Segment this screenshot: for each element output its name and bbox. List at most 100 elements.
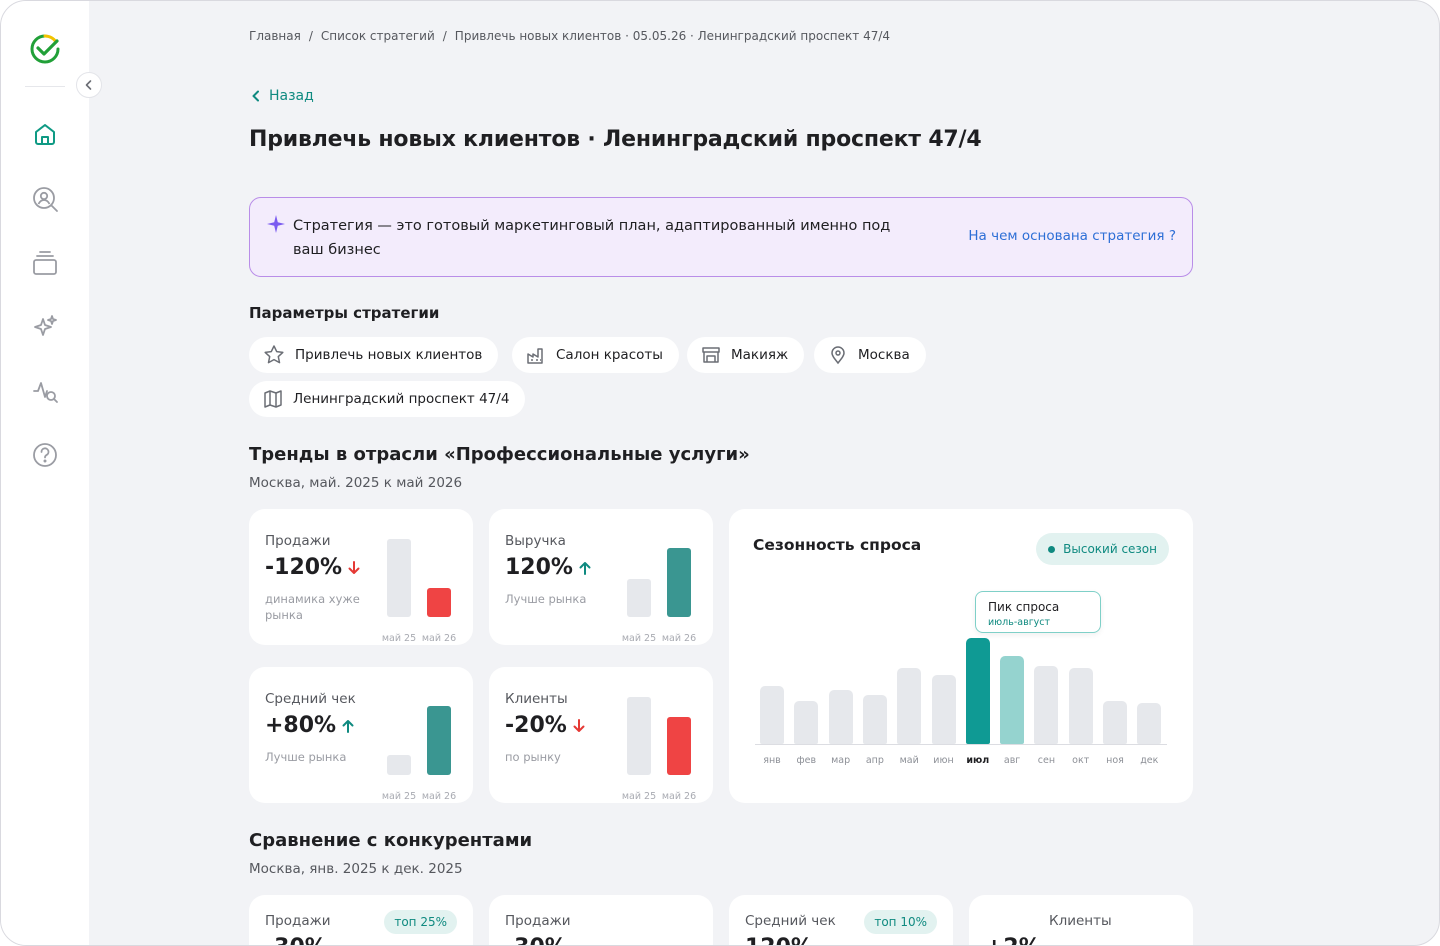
back-label: Назад [269, 88, 314, 104]
nav-ai[interactable] [27, 309, 63, 345]
map-icon [264, 390, 282, 408]
season-bar [897, 667, 922, 744]
mini-bar [627, 578, 651, 617]
factory-icon [527, 348, 543, 364]
season-month-label: июл [966, 755, 990, 766]
season-bar [1034, 665, 1059, 744]
value-text: -20% [505, 713, 567, 738]
value-text: +80% [265, 713, 337, 738]
card-note: Лучше рынка [265, 750, 347, 764]
mini-bar [667, 547, 691, 617]
card-title: Средний чек [265, 691, 356, 707]
params-title: Параметры стратегии [249, 304, 440, 322]
season-bar [1137, 702, 1162, 744]
chevron-left-icon [252, 90, 259, 102]
mini-chart: май 25 май 26 [382, 679, 467, 802]
card-value: 120% [505, 555, 591, 580]
breadcrumb-separator: / [308, 29, 313, 43]
sparkles-icon [34, 315, 57, 336]
season-bar [862, 695, 887, 744]
back-link[interactable]: Назад [249, 88, 314, 104]
sidebar [1, 1, 89, 945]
chart-title: Сезонность спроса [753, 536, 922, 554]
card-title: Клиенты [1049, 913, 1112, 929]
mini-label: май 26 [661, 633, 697, 644]
peak-tooltip: Пик спроса июль-август [975, 591, 1101, 633]
chip-label: Салон красоты [556, 347, 663, 363]
mini-bar [427, 705, 451, 775]
trend-card-sales: Продажи -120% динамика хуже рынка май 25… [249, 509, 473, 645]
season-bar [794, 700, 819, 744]
mini-bar [387, 539, 411, 617]
card-value: -120% [265, 555, 360, 580]
breadcrumb-separator: / [442, 29, 447, 43]
card-value: 120% [745, 935, 813, 945]
season-bar [760, 685, 784, 744]
param-chip-address[interactable]: Ленинградский проспект 47/4 [249, 381, 526, 417]
nav-audience[interactable] [27, 181, 63, 217]
param-chip-city[interactable]: Москва [814, 337, 926, 373]
mini-bar [427, 588, 451, 617]
card-title: Средний чек [745, 913, 836, 929]
tooltip-range: июль-август [988, 617, 1051, 628]
value-text: 120% [505, 555, 573, 580]
season-bar [1103, 700, 1127, 744]
help-icon [33, 443, 57, 467]
star-icon [264, 345, 284, 364]
chevron-left-icon [85, 80, 92, 90]
strategy-basis-link[interactable]: На чем основана стратегия ? [968, 228, 1176, 244]
param-chip-goal[interactable]: Привлечь новых клиентов [249, 337, 499, 373]
season-bar [828, 689, 853, 744]
rank-badge: топ 25% [384, 910, 457, 934]
season-bar [1000, 656, 1025, 744]
card-value: +2% [985, 935, 1041, 945]
chip-label: Привлечь новых клиентов [295, 347, 483, 363]
breadcrumb-strategy-list[interactable]: Список стратегий [321, 29, 435, 43]
mini-chart: май 25 май 26 [382, 521, 467, 644]
season-month-label: окт [1072, 755, 1090, 766]
high-season-badge: Высокий сезон [1036, 533, 1169, 565]
card-title: Выручка [505, 533, 566, 549]
mini-label: май 25 [621, 633, 657, 644]
sidebar-collapse-button[interactable] [76, 72, 102, 98]
breadcrumb-current: Привлечь новых клиентов · 05.05.26 · Лен… [454, 29, 891, 43]
arrow-down-icon [573, 718, 585, 732]
season-bar [931, 675, 956, 744]
param-chip-service[interactable]: Макияж [687, 337, 805, 373]
season-bar [965, 638, 990, 744]
season-month-label: май [899, 755, 919, 766]
chip-label: Ленинградский проспект 47/4 [293, 391, 510, 407]
trend-card-revenue: Выручка 120% Лучше рынка май 25 май 26 [489, 509, 713, 645]
nav-analytics[interactable] [27, 373, 63, 409]
card-value: -30% [265, 935, 327, 945]
chart-baseline [755, 744, 1167, 745]
tooltip-title: Пик спроса [988, 600, 1060, 614]
season-month-label: янв [763, 755, 781, 766]
card-note: динамика хуже рынка [265, 592, 360, 622]
param-chip-business[interactable]: Салон красоты [512, 337, 679, 373]
card-title: Продажи [505, 913, 571, 929]
nav-home[interactable] [27, 116, 63, 152]
logo-icon [29, 33, 61, 65]
arrow-up-icon [342, 719, 354, 733]
season-month-label: сен [1037, 755, 1056, 766]
sidebar-divider [25, 86, 65, 87]
nav-help[interactable] [27, 437, 63, 473]
mini-bar [667, 716, 691, 775]
card-value: +80% [265, 713, 354, 738]
arrow-up-icon [579, 561, 591, 575]
trend-card-avg-check: Средний чек +80% Лучше рынка май 25 май … [249, 667, 473, 803]
breadcrumb-home[interactable]: Главная [249, 29, 301, 43]
trends-subtitle: Москва, май. 2025 к май 2026 [249, 475, 463, 491]
season-month-label: мар [831, 755, 851, 766]
nav-campaigns[interactable] [27, 245, 63, 281]
arrow-down-icon [348, 560, 360, 574]
season-month-label: фев [796, 755, 817, 766]
season-month-label: дек [1140, 755, 1159, 766]
sparkle-icon [267, 215, 285, 233]
season-month-label: ноя [1106, 755, 1124, 766]
season-bar [1068, 667, 1093, 744]
competitor-card-avg-check: Средний чек топ 10% 120% [729, 895, 953, 945]
card-title: Продажи [265, 913, 331, 929]
activity-search-icon [33, 382, 58, 403]
